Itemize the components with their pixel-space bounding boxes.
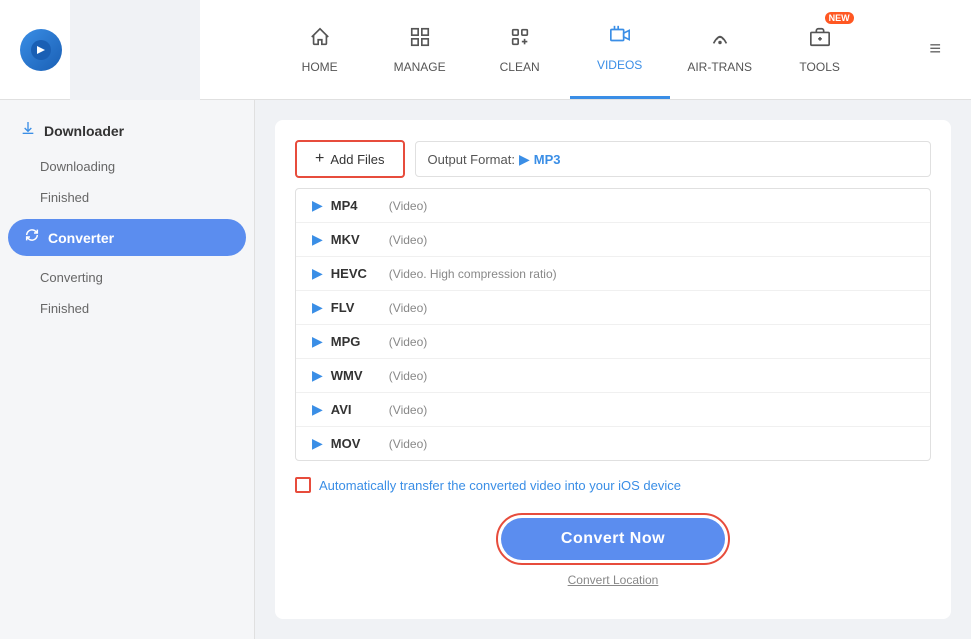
downloader-label: Downloader xyxy=(44,123,124,139)
convert-location-link[interactable]: Convert Location xyxy=(568,573,659,587)
content-area: + Add Files Output Format: ▶ MP3 ▶ MP4 (… xyxy=(255,100,971,639)
sidebar-item-downloader-finished[interactable]: Finished xyxy=(0,182,254,213)
format-item[interactable]: ▶ FLV (Video) xyxy=(296,291,930,325)
format-desc: (Video) xyxy=(389,335,427,349)
tools-icon xyxy=(809,26,831,54)
format-play-icon: ▶ xyxy=(312,265,323,282)
format-item[interactable]: ▶ MPG (Video) xyxy=(296,325,930,359)
sidebar-item-converter-finished[interactable]: Finished xyxy=(0,293,254,324)
format-play-icon: ▶ xyxy=(312,197,323,214)
downloading-label: Downloading xyxy=(40,159,115,174)
videos-icon xyxy=(609,24,631,52)
air-trans-icon xyxy=(709,26,731,54)
home-icon xyxy=(309,26,331,54)
tab-videos-label: VIDEOS xyxy=(597,58,642,72)
format-play-icon: ▶ xyxy=(312,367,323,384)
converting-label: Converting xyxy=(40,270,103,285)
format-desc: (Video) xyxy=(389,437,427,451)
tab-home[interactable]: HOME xyxy=(270,0,370,99)
tab-clean[interactable]: CLEAN xyxy=(470,0,570,99)
convert-now-button[interactable]: Convert Now xyxy=(501,518,725,560)
format-desc: (Video) xyxy=(389,233,427,247)
format-name: MKV xyxy=(331,232,381,247)
format-play-icon: ▶ xyxy=(312,435,323,452)
format-name: FLV xyxy=(331,300,381,315)
format-play-icon: ▶ xyxy=(312,333,323,350)
format-name: MOV xyxy=(331,436,381,451)
sidebar: Downloader Downloading Finished Converte… xyxy=(0,100,255,639)
tab-air-trans[interactable]: AIR-TRANS xyxy=(670,0,770,99)
auto-transfer-checkbox[interactable] xyxy=(295,477,311,493)
format-name: AVI xyxy=(331,402,381,417)
clean-icon xyxy=(509,26,531,54)
format-desc: (Video. High compression ratio) xyxy=(389,267,557,281)
sidebar-item-converting[interactable]: Converting xyxy=(0,262,254,293)
format-name: HEVC xyxy=(331,266,381,281)
topbar: TransPe 河东软件网 hedown359.cn HOME MANAGE xyxy=(0,0,971,100)
format-item[interactable]: ▶ MOV (Video) xyxy=(296,427,930,460)
format-play-icon: ▶ xyxy=(312,401,323,418)
tab-air-trans-label: AIR-TRANS xyxy=(687,60,752,74)
format-name: WMV xyxy=(331,368,381,383)
format-desc: (Video) xyxy=(389,403,427,417)
download-icon xyxy=(20,120,36,141)
format-play-icon: ▶ xyxy=(519,151,530,168)
format-desc: (Video) xyxy=(389,301,427,315)
format-play-icon: ▶ xyxy=(312,299,323,316)
converter-finished-label: Finished xyxy=(40,301,89,316)
main-area: Downloader Downloading Finished Converte… xyxy=(0,100,971,639)
tab-videos[interactable]: VIDEOS xyxy=(570,0,670,99)
tab-manage[interactable]: MANAGE xyxy=(370,0,470,99)
convert-section: Convert Now Convert Location xyxy=(295,513,931,587)
convert-btn-wrapper: Convert Now xyxy=(496,513,730,565)
converter-refresh-icon xyxy=(24,227,40,248)
menu-button[interactable]: ≡ xyxy=(919,38,951,61)
add-files-button[interactable]: + Add Files xyxy=(295,140,405,178)
nav-tabs: HOME MANAGE CLEAN xyxy=(220,0,919,99)
toolbar-row: + Add Files Output Format: ▶ MP3 xyxy=(295,140,931,178)
format-item[interactable]: ▶ AVI (Video) xyxy=(296,393,930,427)
sidebar-item-converter[interactable]: Converter xyxy=(8,219,246,256)
tab-manage-label: MANAGE xyxy=(394,60,446,74)
output-format-bar: Output Format: ▶ MP3 xyxy=(415,141,931,177)
format-play-icon: ▶ xyxy=(312,231,323,248)
format-list: ▶ MP4 (Video) ▶ MKV (Video) ▶ HEVC (Vide… xyxy=(295,188,931,461)
output-format-value: MP3 xyxy=(534,152,561,167)
sidebar-item-downloading[interactable]: Downloading xyxy=(0,151,254,182)
tab-home-label: HOME xyxy=(302,60,338,74)
tab-tools-label: TOOLS xyxy=(799,60,839,74)
auto-transfer-row: Automatically transfer the converted vid… xyxy=(295,477,931,493)
content-inner: + Add Files Output Format: ▶ MP3 ▶ MP4 (… xyxy=(275,120,951,619)
tab-tools[interactable]: NEW TOOLS xyxy=(770,0,870,99)
format-name: MP4 xyxy=(331,198,381,213)
format-item[interactable]: ▶ MKV (Video) xyxy=(296,223,930,257)
format-desc: (Video) xyxy=(389,369,427,383)
plus-icon: + xyxy=(315,150,324,168)
converter-label: Converter xyxy=(48,230,114,246)
format-desc: (Video) xyxy=(389,199,427,213)
output-format-text: Output Format: xyxy=(428,152,515,167)
format-item[interactable]: ▶ MP4 (Video) xyxy=(296,189,930,223)
downloader-finished-label: Finished xyxy=(40,190,89,205)
manage-icon xyxy=(409,26,431,54)
add-files-label: Add Files xyxy=(330,152,384,167)
tools-badge: NEW xyxy=(825,12,854,24)
format-name: MPG xyxy=(331,334,381,349)
tab-clean-label: CLEAN xyxy=(500,60,540,74)
logo-icon xyxy=(20,29,62,71)
format-item[interactable]: ▶ WMV (Video) xyxy=(296,359,930,393)
sidebar-section-downloader[interactable]: Downloader xyxy=(0,110,254,151)
format-item[interactable]: ▶ HEVC (Video. High compression ratio) xyxy=(296,257,930,291)
auto-transfer-label[interactable]: Automatically transfer the converted vid… xyxy=(319,478,681,493)
